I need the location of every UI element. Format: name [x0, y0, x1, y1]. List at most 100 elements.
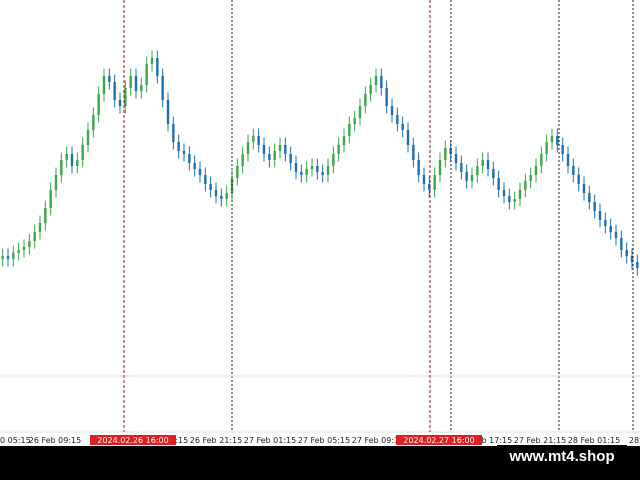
candle-body — [508, 196, 511, 202]
candle-body — [374, 76, 378, 85]
candle-body — [145, 64, 148, 85]
candle-body — [214, 190, 218, 196]
candle-body — [182, 151, 186, 154]
candle-body — [92, 115, 95, 130]
candle-body — [70, 154, 74, 166]
candle-body — [364, 94, 367, 106]
candle-body — [177, 142, 180, 151]
candle-body — [140, 85, 143, 91]
candle-body — [156, 58, 159, 76]
candle-body — [406, 130, 410, 145]
candle-body — [454, 154, 458, 163]
candle-body — [316, 166, 319, 172]
x-tick-label: 0 05:15 — [0, 436, 31, 445]
candle-body — [294, 163, 298, 172]
candle-body — [470, 175, 474, 181]
candle-body — [380, 76, 383, 88]
candle-body — [518, 190, 522, 199]
watermark-label: www.mt4.shop — [497, 445, 627, 469]
candle-body — [118, 100, 122, 106]
candle-body — [369, 85, 372, 94]
candle-body — [465, 172, 468, 181]
candle-body — [401, 124, 404, 130]
candle-body — [332, 154, 335, 166]
candle-body — [540, 154, 543, 166]
candle-body — [577, 175, 580, 184]
candle-body — [268, 154, 271, 160]
event-marker-label: 2024.02.27 16:00 — [403, 436, 474, 445]
candle-body — [433, 175, 436, 190]
chart-canvas: 0 05:1526 Feb 09:1526 Feb 17:1526 Feb 21… — [0, 0, 640, 480]
candle-body — [417, 160, 420, 175]
candle-body — [358, 106, 362, 118]
candle-body — [497, 178, 500, 190]
candle-body — [572, 166, 575, 175]
candle-body — [150, 58, 154, 64]
candle-body — [97, 94, 100, 115]
candle-body — [620, 238, 623, 250]
x-tick-label: 27 Feb 01:15 — [244, 436, 296, 445]
vertical-lines-group — [231, 0, 634, 432]
candle-body — [438, 160, 442, 175]
candle-body — [22, 247, 26, 250]
candle-body — [593, 202, 596, 211]
candle-body — [1, 256, 4, 259]
candle-body — [278, 145, 282, 151]
candle-body — [252, 136, 255, 142]
candle-body — [310, 166, 314, 169]
candle-body — [166, 100, 170, 124]
candle-body — [193, 163, 196, 169]
event-marker-label: 2024.02.26 16:00 — [97, 436, 168, 445]
candle-body — [49, 190, 52, 208]
candle-body — [582, 184, 586, 193]
x-tick-label: 27 Feb 21:15 — [514, 436, 566, 445]
candle-body — [412, 145, 415, 160]
candle-body — [188, 154, 191, 163]
candle-body — [476, 166, 479, 175]
candle-body — [284, 145, 287, 154]
candle-body — [289, 154, 292, 163]
marker-labels: 2024.02.26 16:00 2024.02.27 16:00 — [90, 0, 482, 445]
candle-body — [390, 106, 394, 115]
candles-group — [1, 50, 639, 276]
candle-body — [598, 211, 602, 220]
price-chart: 0 05:1526 Feb 09:1526 Feb 17:1526 Feb 21… — [0, 0, 640, 480]
candle-body — [614, 232, 618, 238]
candle-body — [534, 166, 538, 175]
candle-body — [28, 241, 31, 247]
candle-body — [492, 169, 495, 178]
candle-body — [604, 220, 607, 226]
candle-body — [262, 145, 266, 154]
candle-body — [513, 199, 516, 202]
candle-body — [588, 193, 591, 202]
candle-body — [220, 196, 223, 199]
candle-body — [134, 76, 138, 91]
candle-body — [129, 76, 132, 88]
candle-body — [65, 154, 68, 160]
candle-body — [486, 160, 490, 169]
candle-body — [444, 148, 447, 160]
candle-body — [545, 142, 548, 154]
candle-body — [529, 175, 532, 181]
candle-body — [305, 169, 308, 175]
candle-body — [326, 166, 330, 175]
x-tick-label: 27 Feb 05:15 — [298, 436, 350, 445]
candle-body — [422, 175, 426, 184]
candle-body — [396, 115, 399, 124]
x-tick-label: 28 Feb 01:15 — [568, 436, 620, 445]
candle-body — [209, 184, 212, 190]
candle-body — [342, 136, 346, 145]
candle-body — [198, 169, 202, 175]
candle-body — [257, 136, 260, 145]
candle-body — [161, 76, 164, 100]
candle-body — [204, 175, 207, 184]
candle-body — [321, 172, 324, 175]
candle-body — [241, 154, 244, 166]
candle-body — [524, 181, 527, 190]
candle-body — [236, 166, 239, 178]
candle-body — [550, 136, 554, 142]
candle-body — [556, 136, 559, 145]
candle-body — [76, 160, 79, 166]
candle-body — [481, 160, 484, 166]
candle-body — [81, 145, 84, 160]
